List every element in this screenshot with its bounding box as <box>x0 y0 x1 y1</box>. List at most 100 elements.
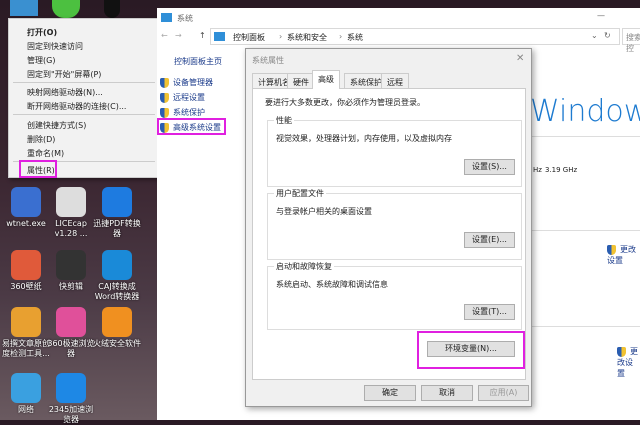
breadcrumb-system[interactable]: 系统 <box>347 32 363 43</box>
forward-icon[interactable]: → <box>175 31 182 40</box>
desktop-icon-label: wtnet.exe <box>6 219 46 228</box>
control-panel-icon <box>214 32 225 41</box>
startup-recovery-group: 启动和故障恢复 系统启动、系统故障和调试信息 设置(T)... <box>267 261 522 330</box>
desktop-icon-label: 网络 <box>18 405 34 414</box>
section-divider <box>532 136 640 137</box>
menu-item-create-shortcut[interactable]: 创建快捷方式(S) <box>27 120 86 131</box>
desktop-icon-label: LICEcap v1.28 ... <box>54 219 88 238</box>
user-profiles-settings-button[interactable]: 设置(E)... <box>464 232 515 248</box>
menu-item-delete[interactable]: 删除(D) <box>27 134 55 145</box>
desktop-icon[interactable]: 2345加速浏览器 <box>47 373 95 425</box>
breadcrumb-separator-icon: › <box>339 32 343 41</box>
menu-item-manage[interactable]: 管理(G) <box>27 55 55 66</box>
sidebar-link-remote-settings[interactable]: 远程设置 <box>160 92 205 103</box>
app-icon <box>56 307 86 337</box>
desktop-icon[interactable]: wtnet.exe <box>2 187 50 229</box>
user-profiles-group: 用户配置文件 与登录帐户相关的桌面设置 设置(E)... <box>267 188 522 260</box>
windows-logo-text: Windows <box>530 94 640 129</box>
desktop-icon-label: CAJ转换成Word转换器 <box>94 282 140 301</box>
tab-hardware[interactable]: 硬件 <box>287 73 315 89</box>
wechat-icon[interactable] <box>52 0 80 18</box>
sidebar-link-system-protection[interactable]: 系统保护 <box>160 107 205 118</box>
tab-remote[interactable]: 远程 <box>381 73 409 89</box>
app-icon <box>102 187 132 217</box>
group-desc: 系统启动、系统故障和调试信息 <box>276 280 388 289</box>
desktop-icon-label: 火绒安全软件 <box>93 339 141 348</box>
group-label: 用户配置文件 <box>274 188 326 199</box>
control-panel-home-link[interactable]: 控制面板主页 <box>174 56 222 67</box>
desktop-icon[interactable]: 360极速浏览器 <box>47 307 95 359</box>
minimize-button[interactable]: — <box>597 11 605 20</box>
menu-item-disconnect-drive[interactable]: 断开网络驱动器的连接(C)... <box>27 101 126 112</box>
app-icon <box>102 307 132 337</box>
app-icon <box>11 187 41 217</box>
cpu-speed-partial: Hz <box>533 166 542 174</box>
menu-separator <box>13 82 155 83</box>
context-menu: 打开(O) 固定到快速访问 管理(G) 固定到"开始"屏幕(P) 映射网络驱动器… <box>8 18 160 178</box>
performance-settings-button[interactable]: 设置(S)... <box>464 159 515 175</box>
app-icon <box>11 307 41 337</box>
breadcrumb-system-security[interactable]: 系统和安全 <box>287 32 327 43</box>
dialog-title: 系统属性 <box>252 56 284 65</box>
back-icon[interactable]: ← <box>161 31 168 40</box>
app-icon <box>56 250 86 280</box>
desktop-icon-partial[interactable] <box>10 0 38 16</box>
admin-note: 要进行大多数更改，你必须作为管理员登录。 <box>265 98 425 107</box>
system-icon <box>161 13 172 22</box>
qq-icon[interactable] <box>104 0 120 18</box>
desktop-icon[interactable]: 快剪辑 <box>47 250 95 292</box>
refresh-icon[interactable]: ↻ <box>604 31 611 40</box>
cpu-speed: 3.19 GHz <box>545 166 578 174</box>
group-label: 性能 <box>274 115 294 126</box>
address-row: ← → ↑ 控制面板 › 系统和安全 › 系统 ⌄ ↻ 搜索控 <box>157 27 640 53</box>
shield-icon <box>160 92 169 103</box>
sidebar-link-label: 设备管理器 <box>173 78 213 87</box>
breadcrumb-control-panel[interactable]: 控制面板 <box>233 32 265 43</box>
desktop-icon-label: 易撰文章原创度检测工具... <box>2 339 50 358</box>
sidebar-link-device-manager[interactable]: 设备管理器 <box>160 77 213 88</box>
menu-item-rename[interactable]: 重命名(M) <box>27 148 64 159</box>
startup-settings-button[interactable]: 设置(T)... <box>464 304 515 320</box>
menu-item-open[interactable]: 打开(O) <box>27 27 57 38</box>
desktop-icon[interactable]: CAJ转换成Word转换器 <box>93 250 141 302</box>
shield-icon <box>160 77 169 88</box>
section-divider <box>532 230 640 231</box>
desktop-icon[interactable]: LICEcap v1.28 ... <box>47 187 95 239</box>
menu-separator <box>13 114 155 115</box>
group-desc: 视觉效果，处理器计划，内存使用，以及虚拟内存 <box>276 134 452 143</box>
change-product-key-link[interactable]: 更改设置 <box>617 346 640 379</box>
change-settings-link[interactable]: 更改设置 <box>607 244 640 266</box>
menu-item-pin-start[interactable]: 固定到"开始"屏幕(P) <box>27 69 101 80</box>
menu-item-map-drive[interactable]: 映射网络驱动器(N)... <box>27 87 103 98</box>
app-icon <box>11 373 41 403</box>
desktop-icon[interactable]: 火绒安全软件 <box>93 307 141 349</box>
up-icon[interactable]: ↑ <box>199 31 206 40</box>
highlight-box <box>157 118 226 135</box>
desktop-icon[interactable]: 网络 <box>2 373 50 415</box>
desktop-icon[interactable]: 迅捷PDF转换器 <box>93 187 141 239</box>
desktop-icon[interactable]: 易撰文章原创度检测工具... <box>2 307 50 359</box>
sidebar-link-label: 系统保护 <box>173 108 205 117</box>
apply-button[interactable]: 应用(A) <box>478 385 529 401</box>
shield-icon <box>607 244 616 255</box>
close-icon[interactable]: ✕ <box>516 53 524 64</box>
performance-group: 性能 视觉效果，处理器计划，内存使用，以及虚拟内存 设置(S)... <box>267 115 522 187</box>
ok-button[interactable]: 确定 <box>364 385 416 401</box>
dropdown-icon[interactable]: ⌄ <box>591 31 598 40</box>
menu-item-pin-quick-access[interactable]: 固定到快速访问 <box>27 41 83 52</box>
desktop-icon-label: 2345加速浏览器 <box>48 405 94 424</box>
app-icon <box>56 373 86 403</box>
title-bar: 系统 — <box>157 8 640 27</box>
system-properties-dialog: 系统属性 ✕ 计算机名 硬件 高级 系统保护 远程 要进行大多数更改，你必须作为… <box>245 48 532 407</box>
cancel-button[interactable]: 取消 <box>421 385 473 401</box>
breadcrumb-separator-icon: › <box>279 32 283 41</box>
address-bar[interactable]: 控制面板 › 系统和安全 › 系统 ⌄ ↻ <box>210 28 620 45</box>
tab-advanced[interactable]: 高级 <box>312 70 340 89</box>
app-icon <box>102 250 132 280</box>
desktop-icon[interactable]: 360壁纸 <box>2 250 50 292</box>
desktop-icon-label: 迅捷PDF转换器 <box>93 219 141 238</box>
sidebar-link-label: 远程设置 <box>173 93 205 102</box>
group-label: 启动和故障恢复 <box>274 261 334 272</box>
section-divider <box>532 326 640 327</box>
search-input[interactable]: 搜索控 <box>622 28 640 53</box>
